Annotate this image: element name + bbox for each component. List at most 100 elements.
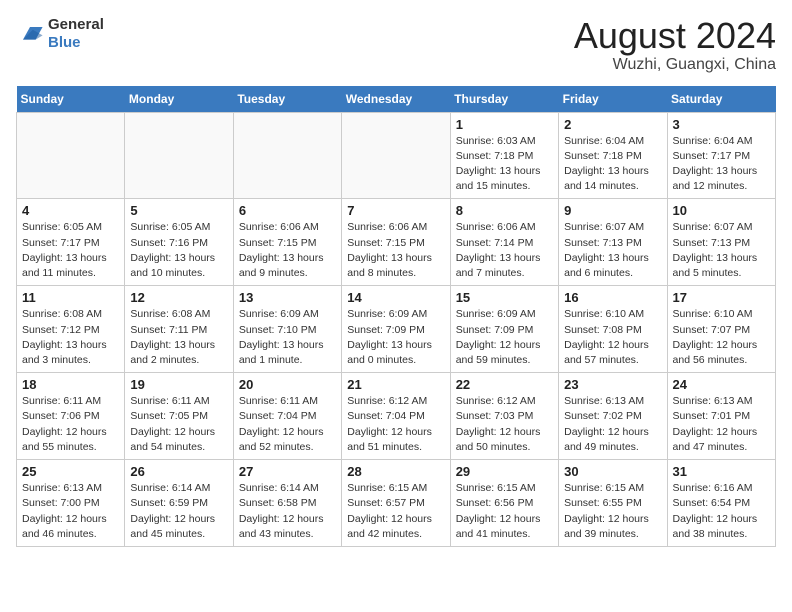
calendar-cell: 7 Sunrise: 6:06 AMSunset: 7:15 PMDaylight… [342,199,450,286]
calendar-cell: 24 Sunrise: 6:13 AMSunset: 7:01 PMDayligh… [667,373,775,460]
day-number: 26 [130,464,227,479]
calendar-week-row: 1 Sunrise: 6:03 AMSunset: 7:18 PMDaylight… [17,112,776,199]
day-info: Sunrise: 6:10 AMSunset: 7:07 PMDaylight:… [673,307,770,368]
calendar-cell: 8Sunrise: 6:06 AMSunset: 7:14 PMDaylight… [450,199,558,286]
day-info: Sunrise: 6:06 AMSunset: 7:15 PMDaylight:… [239,220,336,281]
day-number: 6 [239,203,336,218]
title-block: August 2024 Wuzhi, Guangxi, China [574,16,776,74]
day-number: 19 [130,377,227,392]
day-number: 24 [673,377,770,392]
day-number: 30 [564,464,661,479]
calendar-cell: 17 Sunrise: 6:10 AMSunset: 7:07 PMDayligh… [667,286,775,373]
day-info: Sunrise: 6:10 AMSunset: 7:08 PMDaylight:… [564,307,661,368]
calendar-cell: 9 Sunrise: 6:07 AMSunset: 7:13 PMDaylight… [559,199,667,286]
day-info: Sunrise: 6:16 AMSunset: 6:54 PMDaylight:… [673,481,770,542]
day-info: Sunrise: 6:14 AMSunset: 6:58 PMDaylight:… [239,481,336,542]
calendar-cell: 15 Sunrise: 6:09 AMSunset: 7:09 PMDayligh… [450,286,558,373]
logo-blue-text: Blue [48,34,81,51]
calendar-cell: 27 Sunrise: 6:14 AMSunset: 6:58 PMDayligh… [233,460,341,547]
calendar-cell [17,112,125,199]
day-info: Sunrise: 6:09 AMSunset: 7:09 PMDaylight:… [456,307,553,368]
day-info: Sunrise: 6:03 AMSunset: 7:18 PMDaylight:… [456,134,553,195]
day-number: 13 [239,290,336,305]
calendar-cell: 23 Sunrise: 6:13 AMSunset: 7:02 PMDayligh… [559,373,667,460]
day-number: 14 [347,290,444,305]
day-info: Sunrise: 6:12 AMSunset: 7:03 PMDaylight:… [456,394,553,455]
day-info: Sunrise: 6:07 AMSunset: 7:13 PMDaylight:… [564,220,661,281]
calendar-cell: 12Sunrise: 6:08 AMSunset: 7:11 PMDayligh… [125,286,233,373]
calendar-cell: 25 Sunrise: 6:13 AMSunset: 7:00 PMDayligh… [17,460,125,547]
day-number: 2 [564,117,661,132]
calendar-week-row: 11Sunrise: 6:08 AMSunset: 7:12 PMDayligh… [17,286,776,373]
col-header-thursday: Thursday [450,86,558,113]
logo-icon [16,20,44,48]
day-number: 17 [673,290,770,305]
calendar-week-row: 18 Sunrise: 6:11 AMSunset: 7:06 PMDayligh… [17,373,776,460]
col-header-monday: Monday [125,86,233,113]
calendar-cell: 28 Sunrise: 6:15 AMSunset: 6:57 PMDayligh… [342,460,450,547]
day-info: Sunrise: 6:13 AMSunset: 7:01 PMDaylight:… [673,394,770,455]
day-number: 27 [239,464,336,479]
day-info: Sunrise: 6:11 AMSunset: 7:04 PMDaylight:… [239,394,336,455]
calendar-cell [342,112,450,199]
day-number: 31 [673,464,770,479]
day-number: 28 [347,464,444,479]
day-info: Sunrise: 6:09 AMSunset: 7:10 PMDaylight:… [239,307,336,368]
calendar-cell: 19 Sunrise: 6:11 AMSunset: 7:05 PMDayligh… [125,373,233,460]
day-number: 22 [456,377,553,392]
day-info: Sunrise: 6:13 AMSunset: 7:02 PMDaylight:… [564,394,661,455]
calendar-cell: 20 Sunrise: 6:11 AMSunset: 7:04 PMDayligh… [233,373,341,460]
calendar-week-row: 25 Sunrise: 6:13 AMSunset: 7:00 PMDayligh… [17,460,776,547]
day-info: Sunrise: 6:11 AMSunset: 7:05 PMDaylight:… [130,394,227,455]
day-number: 29 [456,464,553,479]
calendar-cell: 5Sunrise: 6:05 AMSunset: 7:16 PMDaylight… [125,199,233,286]
logo: General Blue [16,16,104,52]
calendar-cell: 22 Sunrise: 6:12 AMSunset: 7:03 PMDayligh… [450,373,558,460]
calendar-subtitle: Wuzhi, Guangxi, China [574,56,776,74]
calendar-cell: 29Sunrise: 6:15 AMSunset: 6:56 PMDayligh… [450,460,558,547]
day-number: 16 [564,290,661,305]
calendar-cell: 11Sunrise: 6:08 AMSunset: 7:12 PMDayligh… [17,286,125,373]
day-number: 15 [456,290,553,305]
calendar-cell: 3Sunrise: 6:04 AMSunset: 7:17 PMDaylight… [667,112,775,199]
calendar-cell: 21Sunrise: 6:12 AMSunset: 7:04 PMDayligh… [342,373,450,460]
calendar-cell: 2 Sunrise: 6:04 AMSunset: 7:18 PMDaylight… [559,112,667,199]
page-header: General Blue August 2024 Wuzhi, Guangxi,… [16,16,776,74]
day-info: Sunrise: 6:05 AMSunset: 7:17 PMDaylight:… [22,220,119,281]
calendar-cell: 1 Sunrise: 6:03 AMSunset: 7:18 PMDaylight… [450,112,558,199]
calendar-cell: 26 Sunrise: 6:14 AMSunset: 6:59 PMDayligh… [125,460,233,547]
calendar-header-row: SundayMondayTuesdayWednesdayThursdayFrid… [17,86,776,113]
day-info: Sunrise: 6:04 AMSunset: 7:18 PMDaylight:… [564,134,661,195]
calendar-cell: 13 Sunrise: 6:09 AMSunset: 7:10 PMDayligh… [233,286,341,373]
col-header-wednesday: Wednesday [342,86,450,113]
day-number: 1 [456,117,553,132]
day-info: Sunrise: 6:13 AMSunset: 7:00 PMDaylight:… [22,481,119,542]
calendar-cell [125,112,233,199]
day-number: 10 [673,203,770,218]
calendar-title: August 2024 [574,16,776,56]
calendar-cell: 6 Sunrise: 6:06 AMSunset: 7:15 PMDaylight… [233,199,341,286]
day-number: 12 [130,290,227,305]
day-info: Sunrise: 6:14 AMSunset: 6:59 PMDaylight:… [130,481,227,542]
calendar-cell: 4 Sunrise: 6:05 AMSunset: 7:17 PMDaylight… [17,199,125,286]
day-number: 4 [22,203,119,218]
day-number: 3 [673,117,770,132]
calendar-cell: 14Sunrise: 6:09 AMSunset: 7:09 PMDayligh… [342,286,450,373]
day-info: Sunrise: 6:15 AMSunset: 6:57 PMDaylight:… [347,481,444,542]
day-info: Sunrise: 6:15 AMSunset: 6:55 PMDaylight:… [564,481,661,542]
day-number: 11 [22,290,119,305]
col-header-saturday: Saturday [667,86,775,113]
day-info: Sunrise: 6:06 AMSunset: 7:15 PMDaylight:… [347,220,444,281]
day-number: 18 [22,377,119,392]
day-info: Sunrise: 6:07 AMSunset: 7:13 PMDaylight:… [673,220,770,281]
day-number: 23 [564,377,661,392]
day-number: 20 [239,377,336,392]
calendar-cell: 31 Sunrise: 6:16 AMSunset: 6:54 PMDayligh… [667,460,775,547]
day-info: Sunrise: 6:11 AMSunset: 7:06 PMDaylight:… [22,394,119,455]
day-number: 9 [564,203,661,218]
day-number: 8 [456,203,553,218]
day-number: 7 [347,203,444,218]
calendar-cell: 16 Sunrise: 6:10 AMSunset: 7:08 PMDayligh… [559,286,667,373]
day-number: 25 [22,464,119,479]
logo-general-text: General [48,16,104,33]
